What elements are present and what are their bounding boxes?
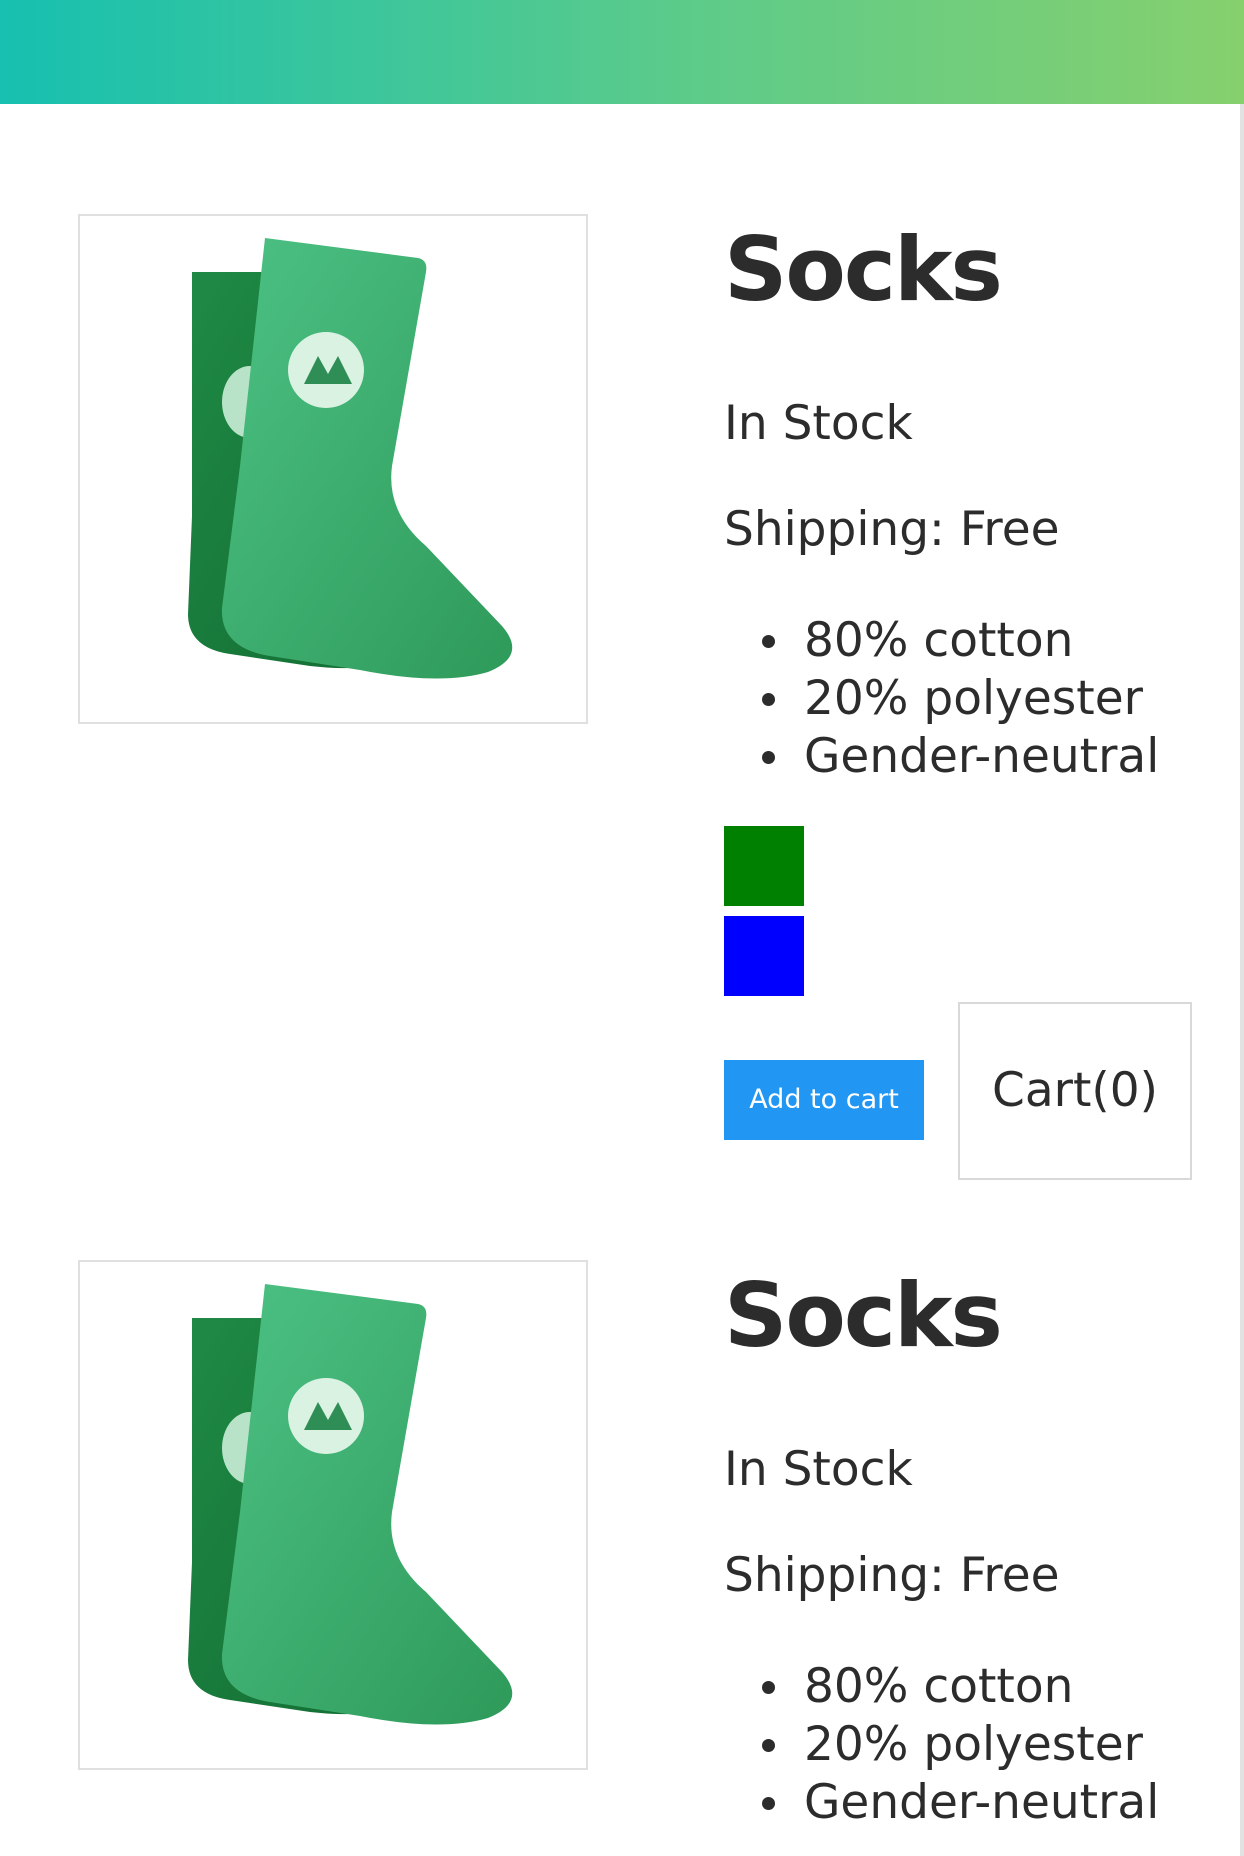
product-card: Socks In Stock Shipping: Free 80% cotton… — [0, 214, 1244, 1180]
shipping-info: Shipping: Free — [724, 502, 1060, 557]
color-variant-blue[interactable] — [724, 916, 804, 996]
shipping-info: Shipping: Free — [724, 1548, 1060, 1603]
product-title: Socks — [724, 1264, 1003, 1367]
color-variant-green[interactable] — [724, 826, 804, 906]
green-socks-image — [188, 238, 513, 679]
detail-item: Gender-neutral — [761, 729, 1160, 784]
detail-item: 20% polyester — [761, 670, 1159, 728]
detail-item: 20% polyester — [761, 1716, 1159, 1774]
detail-item: 80% cotton — [761, 1658, 1159, 1716]
cart-counter: Cart(0) — [958, 1002, 1192, 1180]
add-to-cart-button[interactable]: Add to cart — [724, 1060, 924, 1140]
product-title: Socks — [724, 218, 1003, 321]
nav-bar — [0, 0, 1244, 104]
green-socks-image — [188, 1284, 513, 1725]
product-card: Socks In Stock Shipping: Free 80% cotton… — [0, 1260, 1244, 1856]
stock-status: In Stock — [724, 1442, 913, 1497]
detail-item: Gender-neutral — [761, 1775, 1160, 1830]
product-details-list: 80% cotton 20% polyester Gender-neutral — [724, 1658, 1159, 1832]
stock-status: In Stock — [724, 396, 913, 451]
product-image — [78, 1260, 588, 1770]
detail-item: 80% cotton — [761, 612, 1159, 670]
product-image — [78, 214, 588, 724]
product-details-list: 80% cotton 20% polyester Gender-neutral — [724, 612, 1159, 786]
